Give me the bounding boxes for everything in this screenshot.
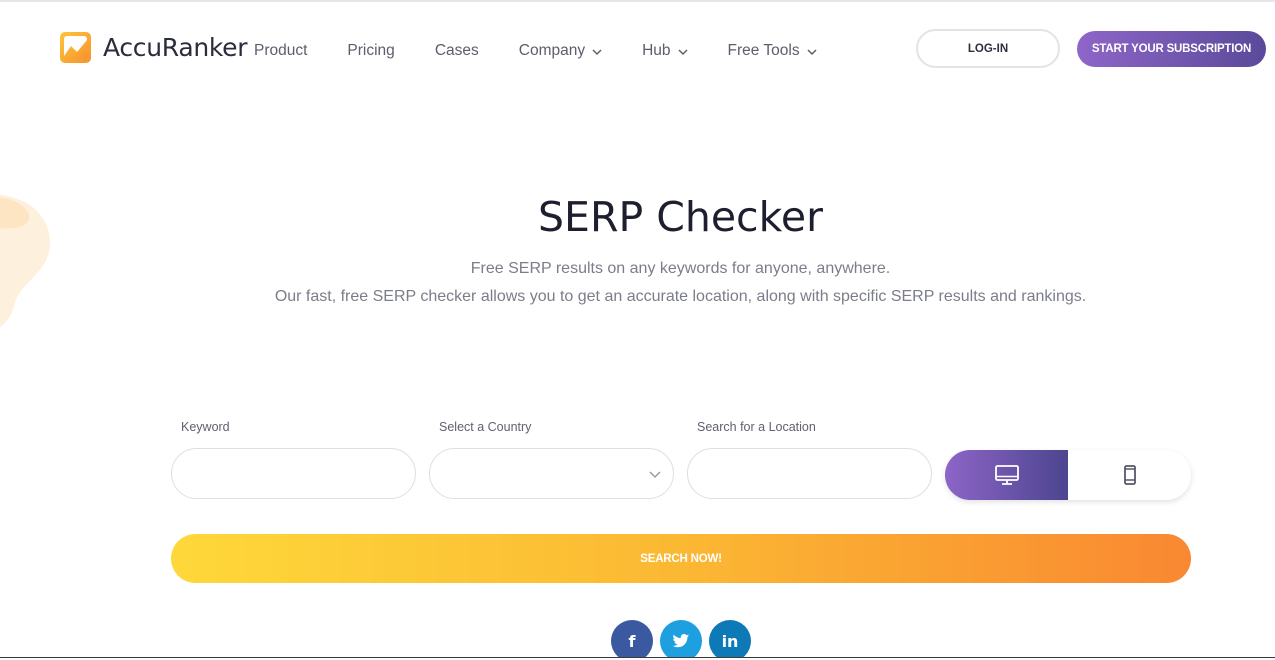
linkedin-share-button[interactable]: in — [709, 620, 751, 660]
nav-item-hub[interactable]: Hub — [642, 42, 688, 60]
nav-item-label: Product — [254, 42, 308, 59]
twitter-share-button[interactable] — [660, 620, 702, 660]
page-subtitle-line-1: Free SERP results on any keywords for an… — [470, 260, 891, 277]
nav-item-label: Cases — [434, 42, 479, 59]
facebook-share-button[interactable]: f — [611, 620, 653, 660]
keyword-label: Keyword — [181, 420, 230, 434]
nav-item-product[interactable]: Product — [254, 42, 307, 60]
facebook-icon: f — [628, 631, 636, 651]
nav-item-label: Hub — [642, 42, 671, 59]
accuranker-logo-icon — [60, 32, 91, 63]
country-select[interactable] — [429, 448, 674, 499]
search-now-button[interactable]: SEARCH NOW! — [171, 534, 1191, 583]
chevron-down-icon — [592, 48, 602, 55]
location-field — [687, 448, 932, 499]
accuranker-logo[interactable]: AccuRanker — [60, 32, 248, 63]
desktop-icon — [994, 465, 1019, 485]
chevron-down-icon — [807, 48, 817, 55]
chevron-down-icon — [678, 48, 688, 55]
linkedin-icon: in — [721, 631, 739, 651]
mobile-icon — [1123, 465, 1136, 485]
nav-item-label: Company — [518, 42, 586, 59]
desktop-toggle-button[interactable] — [945, 450, 1068, 500]
keyword-input[interactable] — [172, 449, 415, 498]
nav-item-pricing[interactable]: Pricing — [347, 42, 394, 60]
main-nav: Product Pricing Cases Company Hub Free T… — [254, 42, 857, 60]
country-label: Select a Country — [439, 420, 532, 434]
chevron-down-icon — [649, 471, 661, 479]
page-title: SERP Checker — [538, 193, 823, 241]
twitter-icon — [672, 633, 690, 647]
nav-item-company[interactable]: Company — [519, 42, 602, 60]
location-input[interactable] — [688, 449, 931, 498]
top-border — [0, 0, 1275, 2]
nav-item-cases[interactable]: Cases — [435, 42, 479, 60]
page-subtitle-line-2: Our fast, free SERP checker allows you t… — [274, 288, 1087, 305]
start-subscription-button[interactable]: START YOUR SUBSCRIPTION — [1077, 31, 1266, 67]
nav-item-free-tools[interactable]: Free Tools — [728, 42, 817, 60]
location-label: Search for a Location — [697, 420, 816, 434]
keyword-field — [171, 448, 416, 499]
device-toggle — [945, 450, 1191, 500]
login-button[interactable]: LOG-IN — [916, 29, 1060, 68]
mobile-toggle-button[interactable] — [1068, 450, 1191, 500]
brand-name: AccuRanker — [103, 33, 248, 62]
nav-item-label: Pricing — [347, 42, 395, 59]
nav-item-label: Free Tools — [727, 42, 800, 59]
